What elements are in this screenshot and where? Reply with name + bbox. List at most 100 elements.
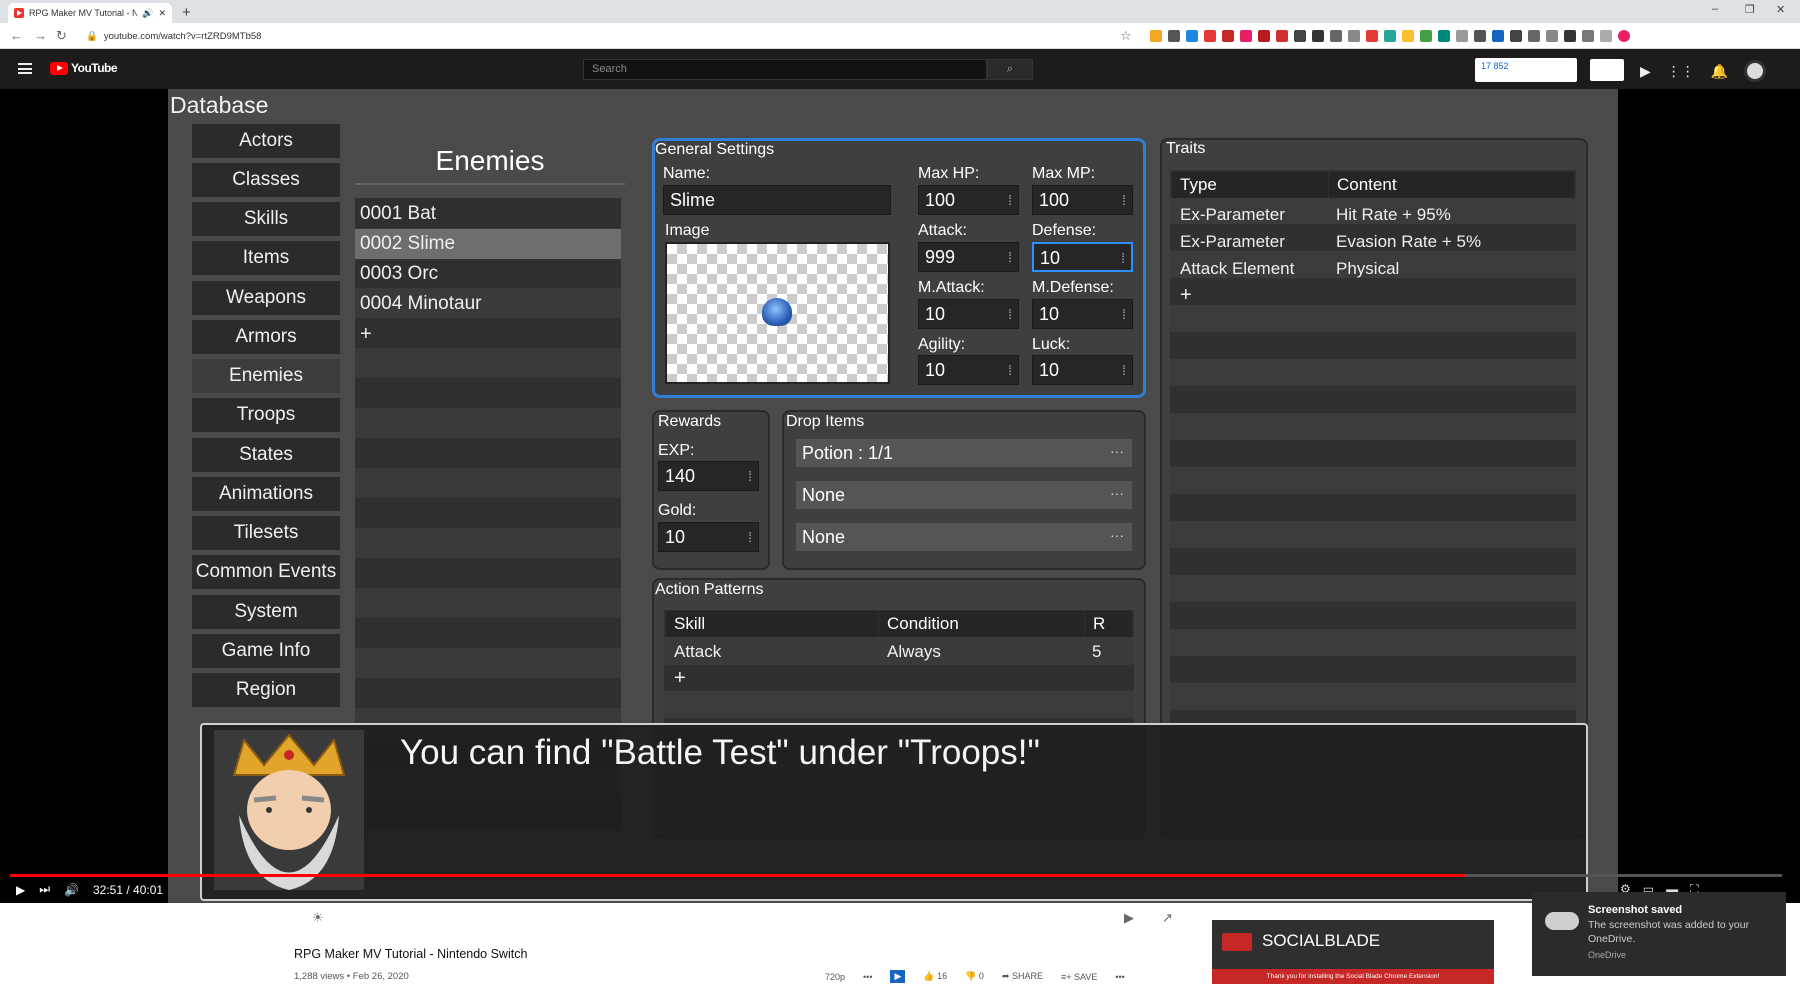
next-icon[interactable]: ⏭ (39, 882, 50, 897)
category-classes[interactable]: Classes (192, 163, 340, 197)
new-tab-button[interactable]: + (182, 4, 191, 21)
name-field[interactable]: Slime (663, 185, 891, 215)
reload-button[interactable]: ↻ (56, 28, 67, 44)
share-button[interactable]: ➦ SHARE (1002, 971, 1043, 982)
socialblade-stats-widget[interactable]: 17 852 (1475, 58, 1577, 82)
extension-icon[interactable] (1348, 30, 1360, 42)
profile-avatar-icon[interactable] (1618, 30, 1630, 42)
extension-widget[interactable] (1590, 59, 1624, 81)
drop-item-1[interactable]: Potion : 1/1 ··· (796, 439, 1132, 467)
category-enemies[interactable]: Enemies (192, 359, 340, 393)
enemy-item-bat[interactable]: 0001 Bat (355, 199, 621, 229)
search-button[interactable]: ⌕ (987, 59, 1033, 80)
maximize-button[interactable]: ❐ (1745, 3, 1755, 16)
add-trait-button[interactable]: + (1172, 282, 1574, 309)
category-animations[interactable]: Animations (192, 477, 340, 511)
brightness-icon[interactable]: ☀ (312, 910, 324, 926)
dislike-button[interactable]: 👎 0 (965, 971, 984, 982)
extension-icon[interactable] (1222, 30, 1234, 42)
share-arrow-icon[interactable]: ↗ (1162, 910, 1173, 926)
like-button[interactable]: 👍 16 (923, 971, 947, 982)
menu-icon[interactable] (18, 63, 32, 74)
category-tilesets[interactable]: Tilesets (192, 516, 340, 550)
category-common-events[interactable]: Common Events (192, 555, 340, 589)
extension-icon[interactable] (1546, 30, 1558, 42)
bookmark-star-icon[interactable]: ☆ (1120, 28, 1132, 44)
extension-icon[interactable] (1240, 30, 1252, 42)
trait-row[interactable]: Ex-Parameter Hit Rate + 95% (1172, 201, 1574, 228)
luck-field[interactable]: 10 (1032, 355, 1133, 385)
search-input[interactable]: Search (583, 59, 987, 80)
extension-icon[interactable] (1510, 30, 1522, 42)
back-button[interactable]: ← (10, 28, 23, 43)
max-mp-field[interactable]: 100 (1032, 185, 1133, 215)
extension-icon[interactable] (1276, 30, 1288, 42)
extension-icon[interactable] (1438, 30, 1450, 42)
add-action-button[interactable]: + (674, 665, 686, 692)
category-region[interactable]: Region (192, 673, 340, 707)
category-system[interactable]: System (192, 595, 340, 629)
category-game-info[interactable]: Game Info (192, 634, 340, 668)
account-avatar[interactable] (1744, 60, 1767, 82)
trait-row[interactable]: Ex-Parameter Evasion Rate + 5% (1172, 228, 1574, 255)
max-hp-field[interactable]: 100 (918, 185, 1019, 215)
category-armors[interactable]: Armors (192, 320, 340, 354)
enemy-item-orc[interactable]: 0003 Orc (355, 259, 621, 289)
enemy-item-minotaur[interactable]: 0004 Minotaur (355, 289, 621, 319)
save-button[interactable]: ≡+ SAVE (1061, 972, 1097, 982)
play-icon[interactable]: ▶ (16, 883, 25, 897)
playlist-button[interactable]: ▶ (890, 970, 906, 983)
trait-row[interactable]: Attack Element Physical (1172, 255, 1574, 282)
extension-icon[interactable] (1258, 30, 1270, 42)
agility-field[interactable]: 10 (918, 355, 1019, 385)
browser-tab[interactable]: RPG Maker MV Tutorial - Ni 🔊 ✕ (8, 3, 172, 23)
forward-button[interactable]: → (34, 28, 47, 43)
category-actors[interactable]: Actors (192, 124, 340, 158)
gold-field[interactable]: 10 (658, 522, 759, 552)
extension-icon[interactable] (1402, 30, 1414, 42)
extension-icon[interactable] (1294, 30, 1306, 42)
youtube-logo[interactable]: YouTube (50, 61, 118, 75)
extension-icon[interactable] (1474, 30, 1486, 42)
notifications-bell-icon[interactable]: 🔔 (1711, 63, 1728, 80)
extension-icon[interactable] (1150, 30, 1162, 42)
apps-grid-icon[interactable]: ⋮⋮ (1667, 63, 1695, 80)
extension-icon[interactable] (1456, 30, 1468, 42)
quality-label[interactable]: 720p (825, 972, 845, 982)
defense-field[interactable]: 10 (1032, 242, 1133, 272)
tab-close-icon[interactable]: ✕ (158, 8, 166, 19)
category-states[interactable]: States (192, 438, 340, 472)
extension-icon[interactable] (1168, 30, 1180, 42)
camera-icon[interactable]: ▶ (1124, 910, 1134, 926)
m-attack-field[interactable]: 10 (918, 299, 1019, 329)
extension-icon[interactable] (1186, 30, 1198, 42)
category-skills[interactable]: Skills (192, 202, 340, 236)
minimize-button[interactable]: – (1712, 3, 1718, 15)
attack-field[interactable]: 999 (918, 242, 1019, 272)
extension-icon[interactable] (1420, 30, 1432, 42)
category-items[interactable]: Items (192, 241, 340, 275)
extension-icon[interactable] (1204, 30, 1216, 42)
more-options-icon[interactable]: ••• (863, 972, 872, 982)
volume-icon[interactable]: 🔊 (64, 883, 79, 897)
drop-item-2[interactable]: None ··· (796, 481, 1132, 509)
extension-icon[interactable] (1600, 30, 1612, 42)
extension-icon[interactable] (1366, 30, 1378, 42)
category-troops[interactable]: Troops (192, 398, 340, 432)
extension-icon[interactable] (1528, 30, 1540, 42)
extension-icon[interactable] (1492, 30, 1504, 42)
add-enemy-button[interactable]: + (355, 319, 621, 349)
extension-icon[interactable] (1330, 30, 1342, 42)
enemy-item-slime[interactable]: 0002 Slime (355, 229, 621, 259)
extension-icon[interactable] (1582, 30, 1594, 42)
puzzle-extensions-icon[interactable] (1564, 30, 1576, 42)
extension-icon[interactable] (1312, 30, 1324, 42)
exp-field[interactable]: 140 (658, 461, 759, 491)
close-window-button[interactable]: ✕ (1776, 3, 1785, 16)
drop-item-3[interactable]: None ··· (796, 523, 1132, 551)
category-weapons[interactable]: Weapons (192, 281, 340, 315)
create-video-icon[interactable]: ▶ (1640, 63, 1651, 80)
more-actions-icon[interactable]: ••• (1115, 972, 1124, 982)
m-defense-field[interactable]: 10 (1032, 299, 1133, 329)
address-bar[interactable]: 🔒 youtube.com/watch?v=rtZRD9MTb58 (86, 27, 1126, 45)
